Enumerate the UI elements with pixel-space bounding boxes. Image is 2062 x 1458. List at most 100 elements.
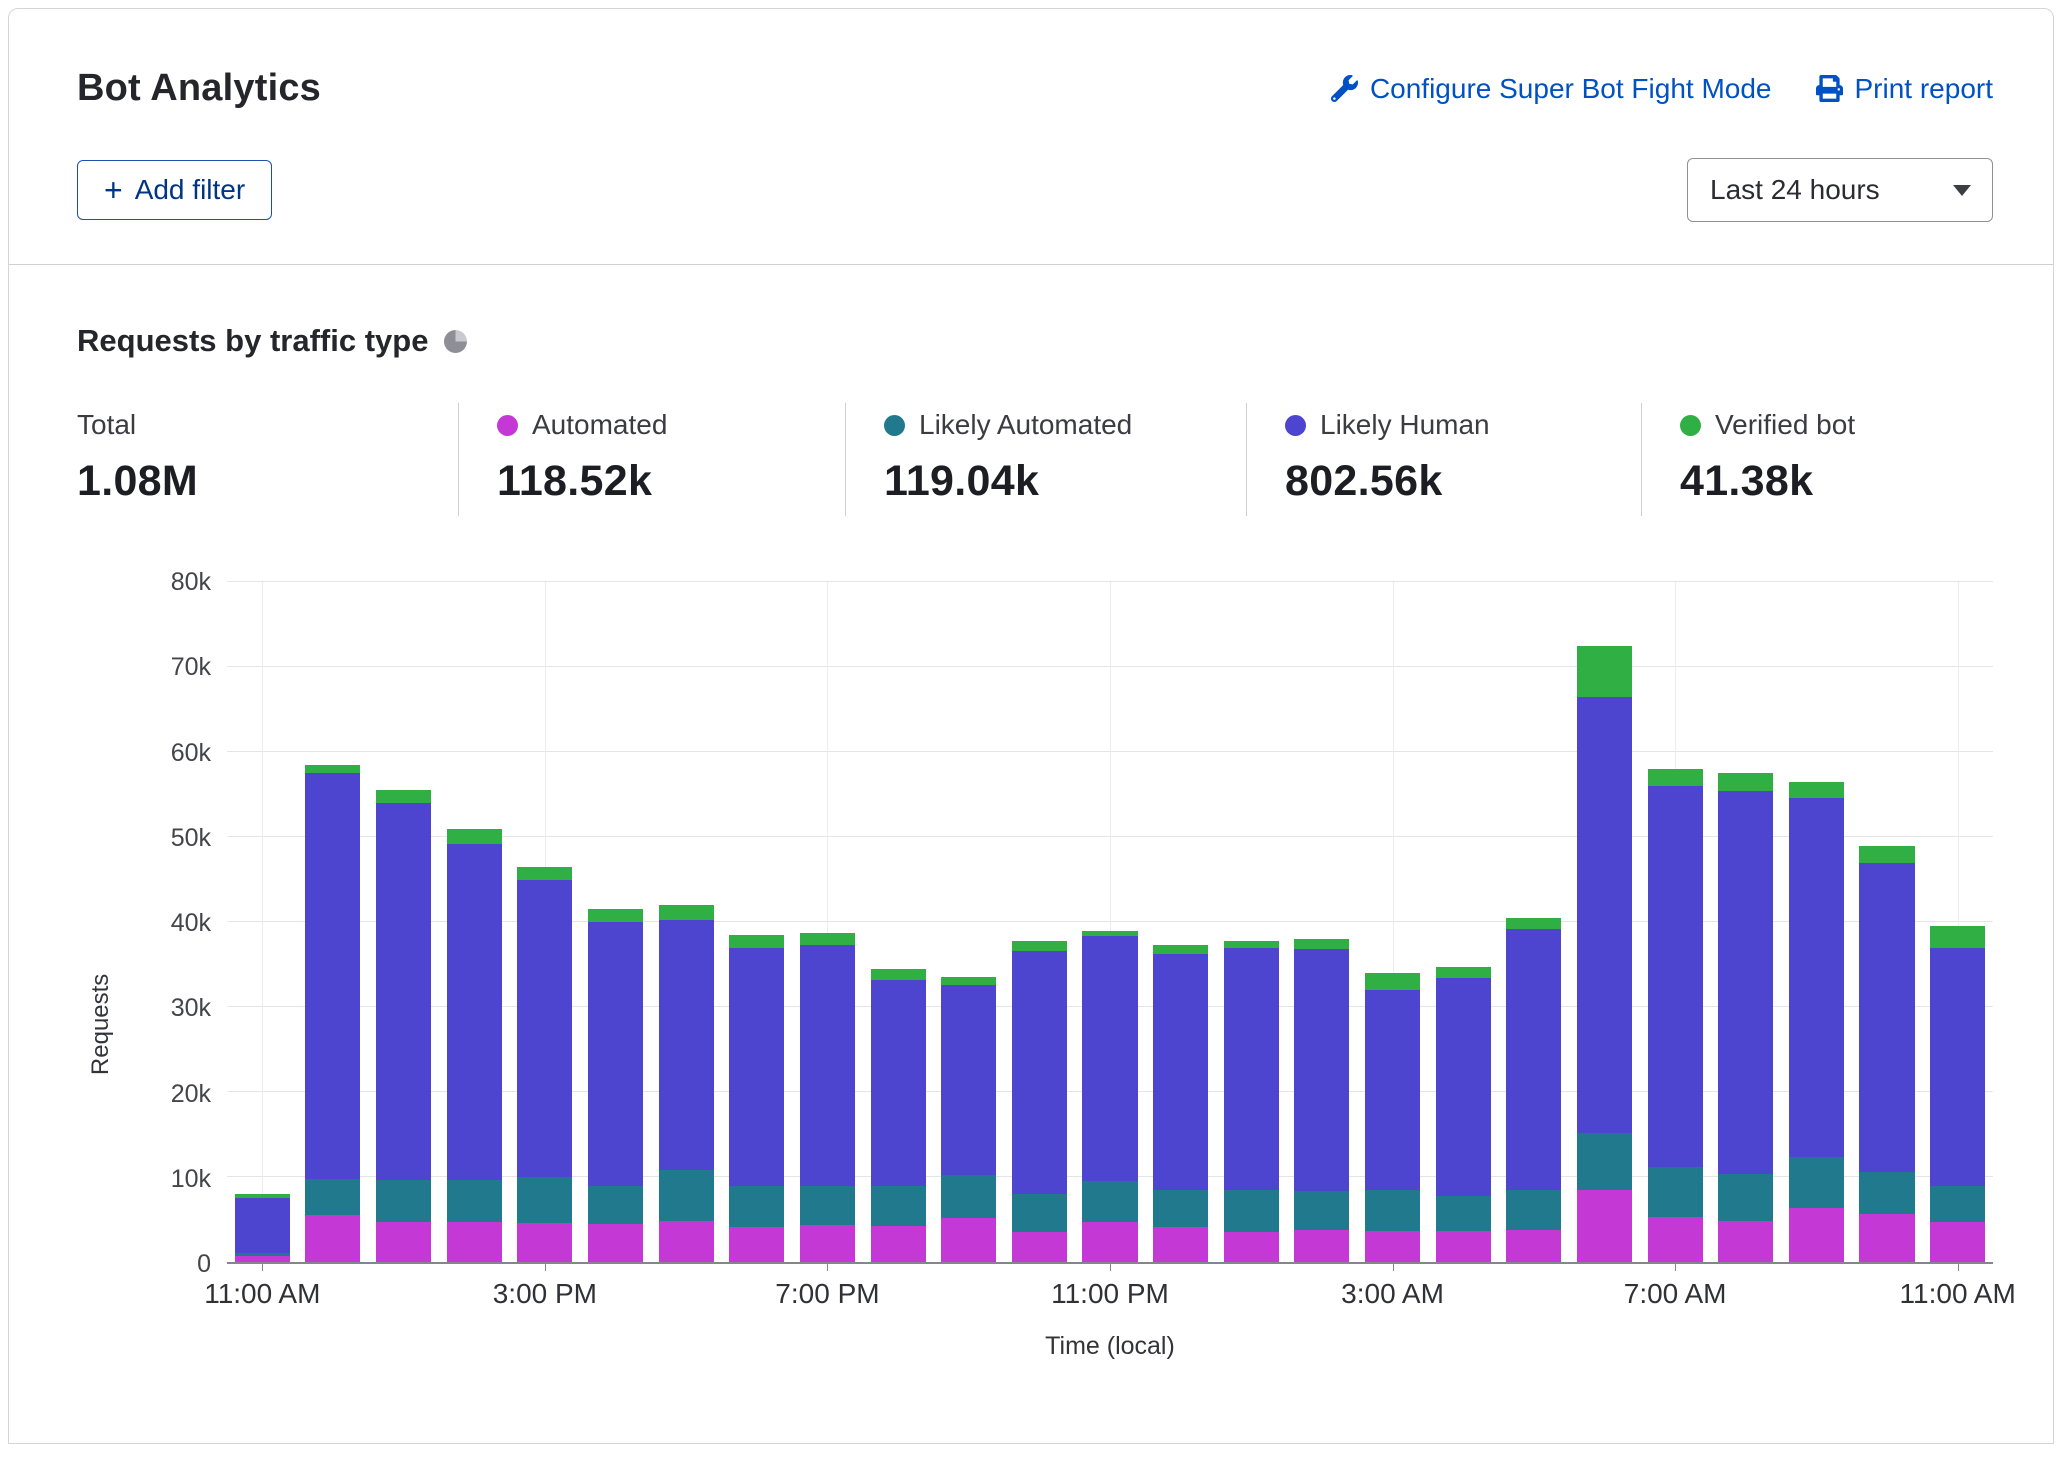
stacked-bar-10-00-pm[interactable] (1004, 582, 1075, 1262)
bar-segment-likely-human (1506, 929, 1561, 1190)
stacked-bar-3-00-am[interactable] (1357, 582, 1428, 1262)
bar-segment-likely-human (1294, 949, 1349, 1191)
bar-segment-likely-automated (1224, 1190, 1279, 1233)
y-tick-label: 10k (171, 1164, 211, 1194)
bar-segment-automated (729, 1227, 784, 1262)
stat-verified-bot-label: Verified bot (1715, 409, 1855, 441)
legend-dot-automated (497, 415, 518, 436)
bar-segment-automated (871, 1226, 926, 1262)
stacked-bar-12-00-pm[interactable] (298, 582, 369, 1262)
x-tick-mark (1675, 1264, 1676, 1271)
bar-segment-automated (1153, 1227, 1208, 1262)
stacked-bar-7-00-am[interactable] (1640, 582, 1711, 1262)
y-tick-label: 40k (171, 908, 211, 938)
bar-segment-automated (1789, 1208, 1844, 1262)
stat-likely-automated-label-row: Likely Automated (884, 409, 1246, 441)
bar-segment-automated (1930, 1222, 1985, 1262)
bar-segment-automated (305, 1215, 360, 1262)
stacked-bar-5-00-am[interactable] (1499, 582, 1570, 1262)
bar-segment-likely-automated (1718, 1174, 1773, 1221)
bar-segment-likely-automated (1294, 1191, 1349, 1229)
stacked-bar-7-00-pm[interactable] (792, 582, 863, 1262)
y-tick-label: 80k (171, 567, 211, 597)
stacked-bar-9-00-pm[interactable] (933, 582, 1004, 1262)
stacked-bar-9-00-am[interactable] (1781, 582, 1852, 1262)
y-axis: Requests 010k20k30k40k50k60k70k80k (77, 582, 227, 1264)
bar-segment-likely-human (1930, 948, 1985, 1186)
stat-automated[interactable]: Automated 118.52k (458, 403, 845, 516)
stat-total-label: Total (77, 409, 136, 441)
bar-segment-likely-human (1577, 697, 1632, 1133)
bar-segment-verified-bot (376, 790, 431, 803)
bar-segment-likely-human (1789, 798, 1844, 1158)
bar-segment-likely-human (235, 1198, 290, 1252)
bar-segment-verified-bot (1577, 646, 1632, 697)
bar-segment-automated (376, 1222, 431, 1262)
configure-super-bot-fight-mode-link[interactable]: Configure Super Bot Fight Mode (1331, 73, 1772, 105)
stacked-bar-12-00-am[interactable] (1145, 582, 1216, 1262)
print-report-link[interactable]: Print report (1816, 73, 1994, 105)
stacked-bar-10-00-am[interactable] (1852, 582, 1923, 1262)
print-link-label: Print report (1855, 73, 1994, 105)
bar-segment-automated (1224, 1232, 1279, 1262)
bar-segment-automated (1648, 1217, 1703, 1262)
bar-segment-likely-automated (1930, 1186, 1985, 1223)
stat-total-label-row: Total (77, 409, 458, 441)
bar-segment-likely-human (941, 985, 996, 1175)
plus-icon: + (104, 177, 123, 203)
stat-total[interactable]: Total 1.08M (77, 403, 458, 516)
stat-likely-automated[interactable]: Likely Automated 119.04k (845, 403, 1246, 516)
bar-segment-automated (1365, 1231, 1420, 1262)
bar-segment-verified-bot (1294, 939, 1349, 949)
stacked-bar-2-00-pm[interactable] (439, 582, 510, 1262)
y-tick-label: 50k (171, 823, 211, 853)
bar-segment-likely-human (659, 920, 714, 1170)
stacked-bar-8-00-am[interactable] (1710, 582, 1781, 1262)
stacked-bar-6-00-pm[interactable] (721, 582, 792, 1262)
bar-segment-automated (800, 1225, 855, 1262)
wrench-icon (1331, 75, 1358, 102)
stacked-bar-8-00-pm[interactable] (863, 582, 934, 1262)
bar-segment-likely-automated (1577, 1133, 1632, 1190)
bar-segment-verified-bot (729, 935, 784, 948)
bar-segment-verified-bot (1718, 773, 1773, 791)
stacked-bar-6-00-am[interactable] (1569, 582, 1640, 1262)
stat-verified-bot-value: 41.38k (1680, 457, 1993, 506)
bar-segment-verified-bot (659, 905, 714, 920)
x-tick-label: 11:00 AM (1900, 1278, 2016, 1310)
bar-segment-automated (588, 1224, 643, 1262)
bar-segment-verified-bot (588, 909, 643, 922)
stacked-bar-11-00-pm[interactable] (1075, 582, 1146, 1262)
time-range-value: Last 24 hours (1710, 174, 1880, 206)
bar-segment-automated (235, 1256, 290, 1262)
x-tick-label: 3:00 AM (1341, 1278, 1444, 1310)
stat-likely-human-value: 802.56k (1285, 457, 1641, 506)
stacked-bar-11-00-am[interactable] (227, 582, 298, 1262)
x-tick-mark (1393, 1264, 1394, 1271)
stacked-bar-3-00-pm[interactable] (510, 582, 581, 1262)
stacked-bar-4-00-pm[interactable] (580, 582, 651, 1262)
stat-verified-bot[interactable]: Verified bot 41.38k (1641, 403, 1993, 516)
y-tick-label: 20k (171, 1079, 211, 1109)
stacked-bar-5-00-pm[interactable] (651, 582, 722, 1262)
stacked-bar-2-00-am[interactable] (1287, 582, 1358, 1262)
time-range-select[interactable]: Last 24 hours (1687, 158, 1993, 222)
stacked-bar-11-00-am[interactable] (1922, 582, 1993, 1262)
stat-likely-human[interactable]: Likely Human 802.56k (1246, 403, 1641, 516)
bar-segment-verified-bot (1648, 769, 1703, 786)
stacked-bar-4-00-am[interactable] (1428, 582, 1499, 1262)
bar-segment-likely-human (1859, 863, 1914, 1172)
stacked-bar-1-00-pm[interactable] (368, 582, 439, 1262)
traffic-type-stats: Total 1.08M Automated 118.52k Likely Aut… (77, 403, 1993, 516)
add-filter-button[interactable]: + Add filter (77, 160, 272, 220)
bar-segment-verified-bot (941, 977, 996, 985)
bar-segment-verified-bot (447, 829, 502, 844)
chevron-down-icon (1952, 184, 1972, 197)
stat-automated-label-row: Automated (497, 409, 845, 441)
bar-segment-automated (447, 1222, 502, 1262)
bar-segment-automated (1294, 1230, 1349, 1262)
filter-row: + Add filter Last 24 hours (77, 158, 1993, 222)
bar-segment-likely-automated (800, 1186, 855, 1226)
y-tick-label: 60k (171, 738, 211, 768)
stacked-bar-1-00-am[interactable] (1216, 582, 1287, 1262)
